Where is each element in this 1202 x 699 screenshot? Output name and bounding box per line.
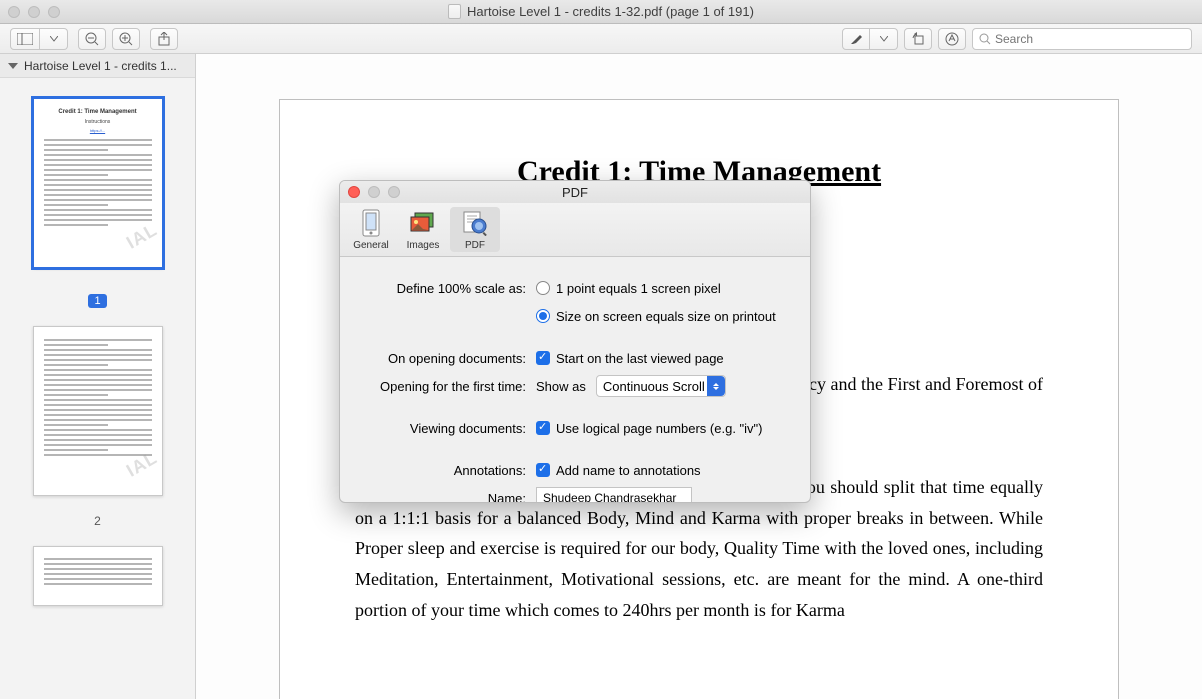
preferences-dialog: PDF General Images PDF Define 100% scale… [339,180,811,503]
prefs-titlebar: PDF [340,181,810,203]
zoom-window-button[interactable] [48,6,60,18]
zoom-out-button[interactable] [78,28,106,50]
thumbnail-page-1[interactable]: Credit 1: Time Management Instructions h… [33,98,163,268]
checkbox-logical-pages[interactable] [536,421,550,435]
search-input[interactable] [995,32,1185,46]
name-field[interactable]: Shudeep Chandrasekhar [536,487,692,503]
label-first-time: Opening for the first time: [350,379,536,394]
checkbox-add-name[interactable] [536,463,550,477]
prefs-tab-general[interactable]: General [346,207,396,252]
page-number-badge: 1 [88,294,106,308]
option-add-name: Add name to annotations [556,463,701,478]
label-opening: On opening documents: [350,351,536,366]
share-button[interactable] [150,28,178,50]
sidebar-icon [17,33,33,45]
prefs-tab-pdf[interactable]: PDF [450,207,500,252]
select-arrows-icon [707,376,725,396]
page-number-label: 2 [94,514,101,528]
option-scale-point: 1 point equals 1 screen pixel [556,281,721,296]
label-annotations: Annotations: [350,463,536,478]
prefs-close-button[interactable] [348,186,360,198]
label-viewing: Viewing documents: [350,421,536,436]
select-view-mode[interactable]: Continuous Scroll [596,375,726,397]
search-icon [979,33,991,45]
radio-scale-point[interactable] [536,281,550,295]
highlight-menu-button[interactable] [870,28,898,50]
rotate-button[interactable] [904,28,932,50]
view-sidebar-button[interactable] [10,28,40,50]
thumbnail-sidebar: Hartoise Level 1 - credits 1... Credit 1… [0,54,196,699]
zoom-out-icon [85,32,99,46]
images-icon [409,209,437,237]
window-titlebar: Hartoise Level 1 - credits 1-32.pdf (pag… [0,0,1202,24]
radio-scale-printout[interactable] [536,309,550,323]
sidebar-doc-title: Hartoise Level 1 - credits 1... [24,59,177,73]
zoom-in-icon [119,32,133,46]
prefs-title: PDF [562,185,588,200]
window-title: Hartoise Level 1 - credits 1-32.pdf (pag… [467,4,754,19]
chevron-down-icon [50,36,58,42]
rotate-icon [911,32,925,46]
prefs-tab-images[interactable]: Images [398,207,448,252]
pdf-tab-icon [461,209,489,237]
chevron-down-icon [880,36,888,42]
pdf-doc-icon [448,4,461,19]
label-name: Name: [350,491,536,504]
prefs-zoom-button[interactable] [388,186,400,198]
label-show-as: Show as [536,379,586,394]
markup-button[interactable] [938,28,966,50]
view-menu-button[interactable] [40,28,68,50]
markup-icon [945,32,959,46]
checkbox-last-viewed[interactable] [536,351,550,365]
close-window-button[interactable] [8,6,20,18]
main-toolbar [0,24,1202,54]
thumbnail-page-3[interactable] [33,546,163,606]
thumbnail-page-2[interactable]: IAL [33,326,163,496]
disclosure-triangle-icon [8,63,18,69]
option-last-viewed: Start on the last viewed page [556,351,724,366]
minimize-window-button[interactable] [28,6,40,18]
option-scale-printout: Size on screen equals size on printout [556,309,776,324]
general-icon [357,209,385,237]
prefs-minimize-button[interactable] [368,186,380,198]
traffic-lights [8,6,60,18]
search-field[interactable] [972,28,1192,50]
sidebar-header[interactable]: Hartoise Level 1 - credits 1... [0,54,195,78]
option-logical-pages: Use logical page numbers (e.g. "iv") [556,421,763,436]
zoom-in-button[interactable] [112,28,140,50]
highlighter-icon [849,32,863,46]
label-scale: Define 100% scale as: [350,281,536,296]
share-icon [158,32,170,46]
highlight-button[interactable] [842,28,870,50]
